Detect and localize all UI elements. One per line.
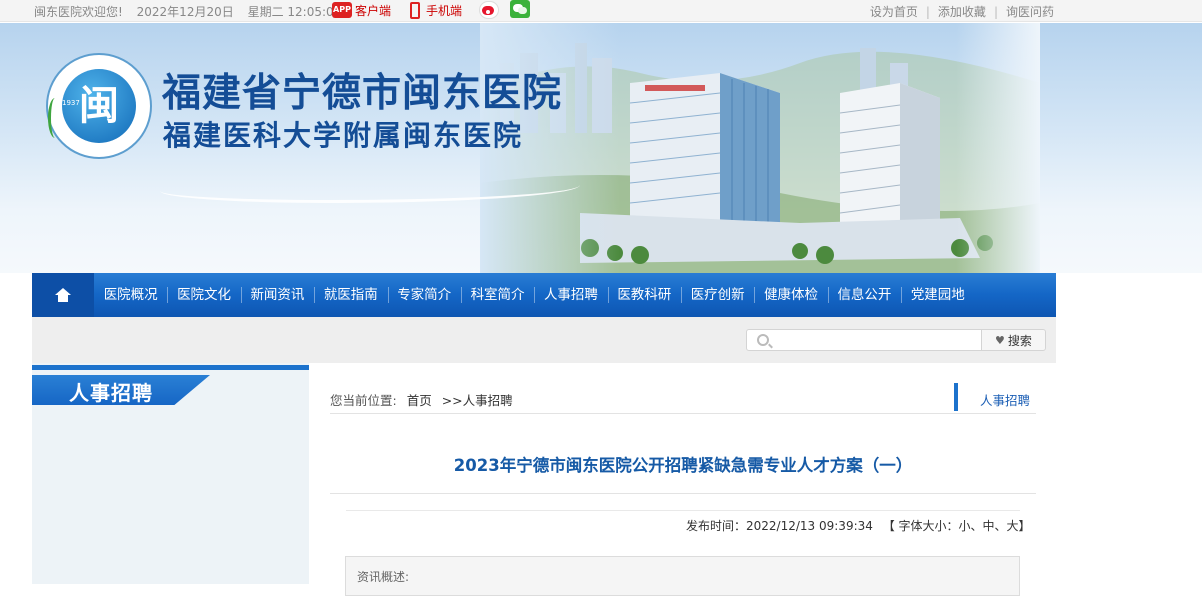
- weibo-icon[interactable]: [479, 1, 499, 19]
- summary-label: 资讯概述:: [357, 570, 410, 584]
- font-size-control[interactable]: 【 字体大小：小、中、大】: [883, 519, 1031, 533]
- nav-item-recruitment[interactable]: 人事招聘: [534, 273, 607, 317]
- logo-year: 1937: [62, 99, 80, 107]
- publish-info: 发布时间：2022/12/13 09:39:34 【 字体大小：小、中、大】: [686, 517, 1031, 534]
- set-homepage-link[interactable]: 设为首页: [870, 5, 918, 19]
- top-bar-info: 闽东医院欢迎您! 2022年12月20日 星期二 12:05:08: [34, 3, 351, 20]
- separator: |: [925, 5, 930, 19]
- breadcrumb-home[interactable]: 首页: [407, 393, 432, 408]
- breadcrumb-separator: >>: [441, 393, 463, 408]
- client-link-label: 客户端: [355, 3, 392, 18]
- article-title: 2023年宁德市闽东医院公开招聘紧缺急需专业人才方案（一）: [453, 456, 913, 475]
- phone-icon: [410, 1, 420, 19]
- breadcrumb-label: 您当前位置:: [330, 393, 397, 408]
- summary-box: [345, 556, 1020, 596]
- category-marker: [954, 383, 958, 411]
- main-nav: 医院概况 医院文化 新闻资讯 就医指南 专家简介 科室简介 人事招聘 医教科研 …: [32, 273, 1056, 317]
- nav-item-information-disclosure[interactable]: 信息公开: [827, 273, 901, 317]
- add-favorite-link[interactable]: 添加收藏: [938, 5, 986, 19]
- category-label[interactable]: 人事招聘: [980, 390, 1030, 409]
- welcome-text: 闽东医院欢迎您!: [34, 5, 123, 19]
- publish-time: 2022/12/13 09:39:34: [746, 519, 873, 533]
- date-text: 2022年12月20日: [136, 5, 234, 19]
- wechat-icon[interactable]: [510, 0, 530, 18]
- nav-item-departments[interactable]: 科室简介: [460, 273, 534, 317]
- search-button-label: 搜索: [1007, 333, 1032, 348]
- nav-item-innovation[interactable]: 医疗创新: [681, 273, 754, 317]
- sidebar-header-bar: [32, 365, 309, 370]
- hospital-subname: 福建医科大学附属闽东医院: [163, 119, 524, 152]
- search-button[interactable]: ♥ 搜索: [981, 329, 1046, 351]
- weekday-time-text: 星期二 12:05:08: [247, 5, 342, 19]
- nav-item-health-checkup[interactable]: 健康体检: [754, 273, 827, 317]
- breadcrumb: 您当前位置: 首页 >>人事招聘: [330, 390, 513, 409]
- mobile-link[interactable]: 手机端: [410, 0, 462, 20]
- top-bar: 闽东医院欢迎您! 2022年12月20日 星期二 12:05:08 APP 客户…: [0, 0, 1202, 22]
- breadcrumb-current[interactable]: 人事招聘: [463, 393, 513, 408]
- search-input[interactable]: [746, 329, 982, 351]
- nav-item-experts[interactable]: 专家简介: [387, 273, 461, 317]
- nav-item-hospital-overview[interactable]: 医院概况: [94, 273, 167, 317]
- hospital-name: 福建省宁德市闽东医院: [162, 70, 563, 116]
- divider: [330, 413, 1036, 414]
- nav-item-news[interactable]: 新闻资讯: [240, 273, 314, 317]
- home-button[interactable]: [32, 273, 94, 317]
- app-icon: APP: [332, 2, 352, 18]
- search-icon: [757, 334, 769, 346]
- client-app-link[interactable]: APP 客户端: [332, 0, 391, 20]
- divider: [346, 510, 1020, 511]
- hospital-building-image: [480, 23, 1040, 273]
- publish-label: 发布时间：: [686, 519, 747, 533]
- consult-link[interactable]: 询医问药: [1006, 5, 1054, 19]
- nav-item-hospital-culture[interactable]: 医院文化: [167, 273, 240, 317]
- nav-item-research[interactable]: 医教科研: [607, 273, 681, 317]
- nav-item-medical-guide[interactable]: 就医指南: [314, 273, 387, 317]
- nav-item-party-building[interactable]: 党建园地: [901, 273, 974, 317]
- divider: [330, 493, 1036, 494]
- heart-icon: ♥: [995, 333, 1005, 347]
- top-bar-links: 设为首页 | 添加收藏 | 询医问药: [870, 3, 1054, 20]
- separator: |: [993, 5, 998, 19]
- home-icon: [55, 288, 71, 302]
- sidebar-title: 人事招聘: [69, 381, 153, 405]
- mobile-link-label: 手机端: [426, 3, 463, 18]
- logo-character: 闽: [79, 82, 119, 129]
- logo-leaf-icon: [48, 98, 62, 138]
